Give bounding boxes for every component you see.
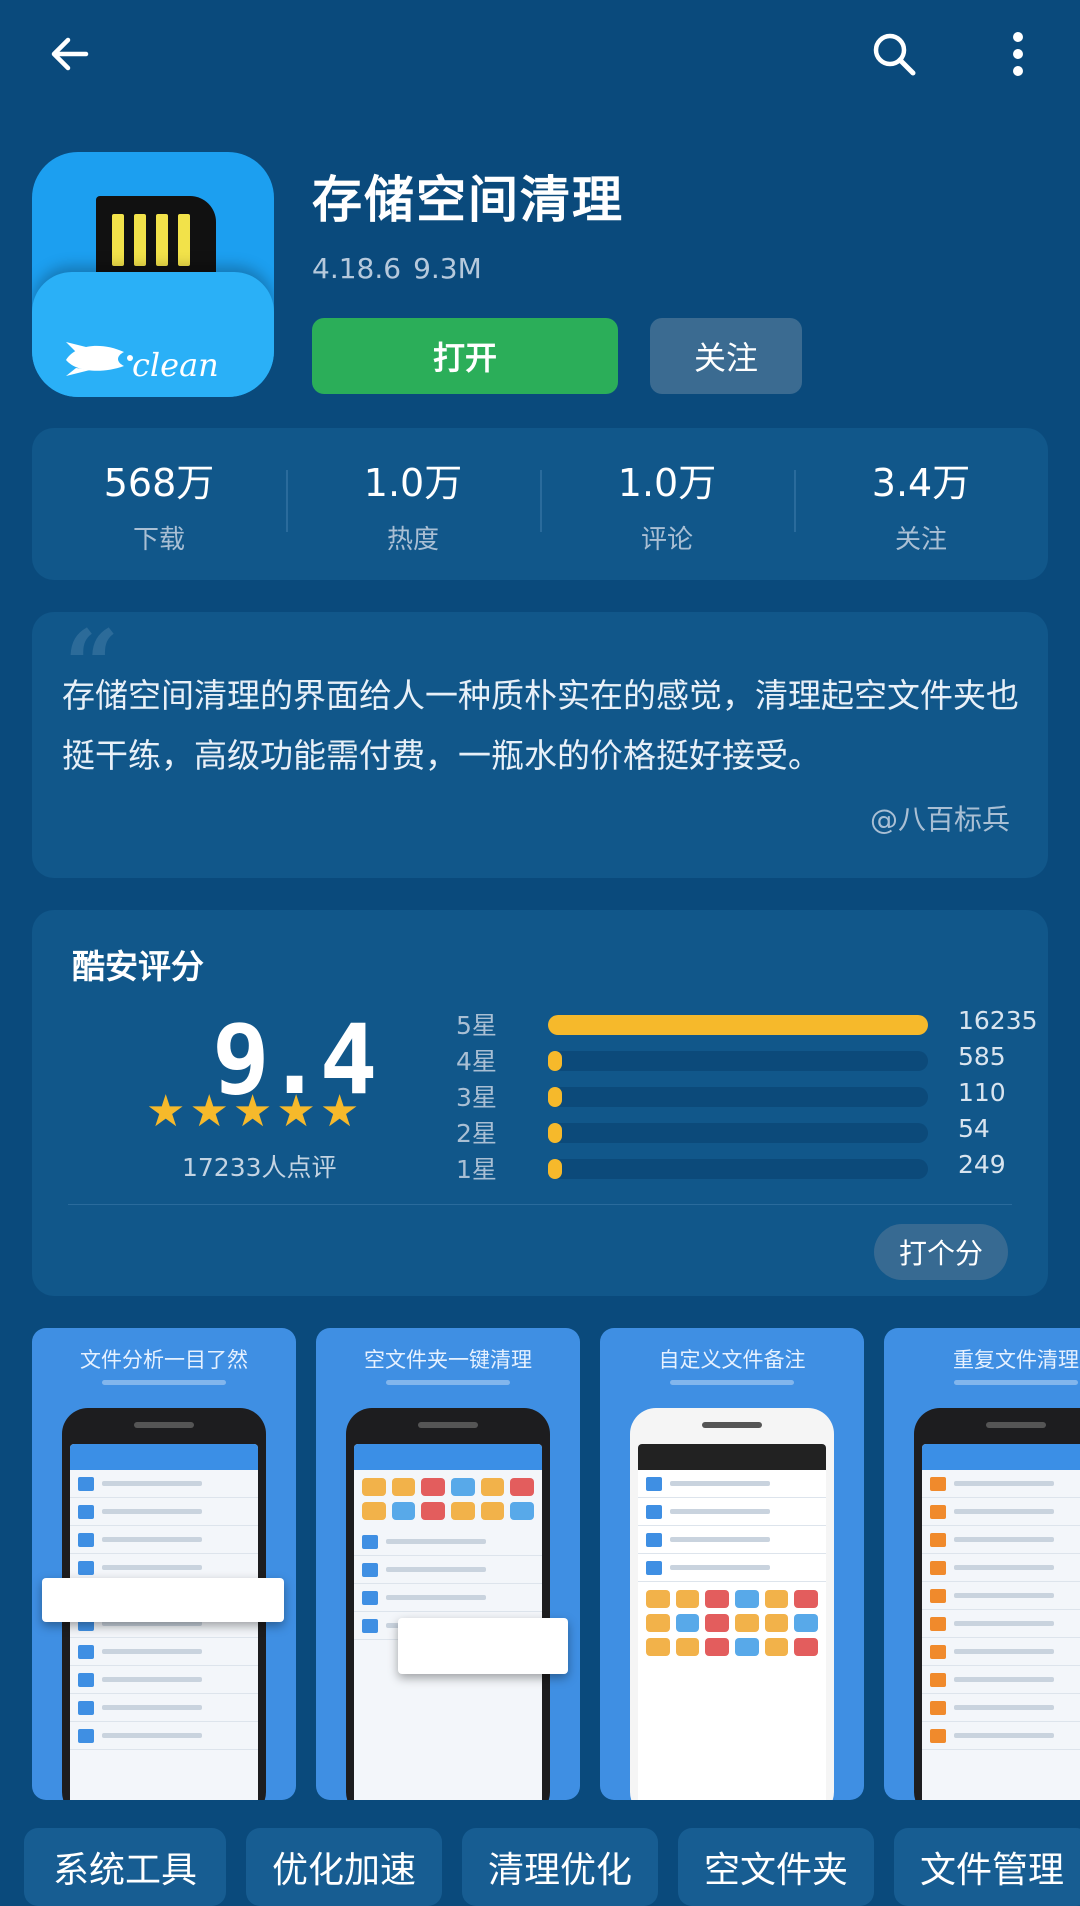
stat-comments[interactable]: 1.0万 评论 [540, 452, 794, 556]
screenshot-caption: 文件分析一目了然 [80, 1348, 248, 1372]
rating-bar-fill [548, 1123, 562, 1143]
rating-row-label: 5星 [456, 1011, 497, 1040]
rating-bar-fill [548, 1015, 928, 1035]
stat-value: 3.4万 [871, 461, 971, 505]
review-author[interactable]: @八百标兵 [870, 798, 1010, 838]
app-title: 存储空间清理 [312, 171, 624, 229]
divider [68, 1204, 1012, 1205]
rating-row: 4星 585 [456, 1042, 1016, 1078]
rating-bar-fill [548, 1051, 562, 1071]
app-icon-brand: clean [132, 346, 219, 384]
stat-label: 热度 [386, 525, 439, 555]
phone-mockup [346, 1408, 550, 1800]
stat-value: 1.0万 [363, 461, 463, 505]
rating-row: 3星 110 [456, 1078, 1016, 1114]
more-button[interactable] [986, 22, 1050, 86]
rate-button[interactable]: 打个分 [874, 1224, 1008, 1280]
rating-card: 酷安评分 9.4 ★ ★ ★ ★ ★ 17233人点评 5星 16235 4星 585 3星 11… [32, 910, 1048, 1296]
screenshot-card[interactable]: 文件分析一目了然 [32, 1328, 296, 1800]
rating-bar-track [548, 1159, 928, 1179]
rating-bar-track [548, 1015, 928, 1035]
editor-review-card[interactable]: “ 存储空间清理的界面给人一种质朴实在的感觉，清理起空文件夹也挺干练，高级功能需… [32, 612, 1048, 878]
search-button[interactable] [862, 22, 926, 86]
star-icon: ★ [232, 1086, 273, 1137]
review-text: 存储空间清理的界面给人一种质朴实在的感觉，清理起空文件夹也挺干练，高级功能需付费… [62, 676, 1019, 775]
star-icon: ★ [189, 1086, 229, 1137]
app-version: 4.18.6 [312, 252, 402, 285]
rating-row-count: 585 [958, 1042, 1006, 1071]
rating-row-label: 2星 [456, 1119, 497, 1148]
rating-bar-track [548, 1123, 928, 1143]
more-vertical-icon [1013, 32, 1023, 76]
stat-value: 568万 [103, 461, 215, 505]
back-button[interactable] [38, 22, 102, 86]
tag-list: 系统工具 优化加速 清理优化 空文件夹 文件管理 [0, 1828, 1080, 1906]
stat-label: 评论 [640, 525, 693, 555]
rating-stars: ★ ★ ★ ★ ★ [146, 1090, 359, 1134]
rating-bar-track [548, 1087, 928, 1107]
rating-bar-track [548, 1051, 928, 1071]
app-meta: 4.18.6 9.3M [312, 252, 482, 285]
rating-row-label: 4星 [456, 1047, 497, 1076]
screenshot-caption: 空文件夹一键清理 [364, 1348, 532, 1372]
rating-row-count: 16235 [958, 1006, 1038, 1035]
rating-row-count: 54 [958, 1114, 990, 1143]
tag-chip[interactable]: 空文件夹 [678, 1828, 874, 1906]
open-button[interactable]: 打开 [312, 318, 618, 394]
rating-row-count: 110 [958, 1078, 1006, 1107]
screenshot-card[interactable]: 空文件夹一键清理 [316, 1328, 580, 1800]
rating-row-label: 3星 [456, 1083, 497, 1112]
phone-mockup [914, 1408, 1080, 1800]
rating-row: 1星 249 [456, 1150, 1016, 1186]
tag-chip[interactable]: 优化加速 [246, 1828, 442, 1906]
screenshot-card[interactable]: 重复文件清理 [884, 1328, 1080, 1800]
rating-bar-fill [548, 1087, 562, 1107]
star-icon: ★ [276, 1086, 316, 1137]
follow-button[interactable]: 关注 [650, 318, 802, 394]
search-icon [873, 33, 916, 76]
rating-row-label: 1星 [456, 1155, 497, 1184]
phone-mockup [630, 1408, 834, 1800]
stat-followers: 3.4万 关注 [794, 452, 1048, 556]
stat-value: 1.0万 [617, 461, 717, 505]
rating-bar-fill [548, 1159, 562, 1179]
stat-downloads: 568万 下载 [32, 452, 286, 556]
star-icon: ★ [319, 1086, 360, 1137]
tag-chip[interactable]: 系统工具 [24, 1828, 226, 1906]
tag-chip[interactable]: 清理优化 [462, 1828, 658, 1906]
app-icon: clean [32, 152, 274, 397]
rating-row: 2星 54 [456, 1114, 1016, 1150]
screenshot-card[interactable]: 自定义文件备注 [600, 1328, 864, 1800]
rating-title: 酷安评分 [72, 947, 204, 986]
rocket-icon [66, 342, 133, 376]
screenshot-caption: 自定义文件备注 [658, 1348, 806, 1372]
app-size: 9.3M [413, 252, 482, 285]
star-icon: ★ [146, 1086, 186, 1137]
arrow-left-icon [51, 37, 89, 71]
screenshot-caption: 重复文件清理 [953, 1348, 1079, 1372]
stat-label: 关注 [894, 525, 947, 555]
stats-card: 568万 下载 1.0万 热度 1.0万 评论 3.4万 关注 [32, 428, 1048, 580]
rating-distribution: 5星 16235 4星 585 3星 110 2星 54 1星 249 [456, 1006, 1038, 1186]
screenshot-carousel[interactable]: 文件分析一目了然 空文件夹一键清理 自定义文件备注 重复文件清理 [0, 1328, 1080, 1800]
stat-popularity: 1.0万 热度 [286, 452, 540, 556]
tag-chip[interactable]: 文件管理 [894, 1828, 1080, 1906]
top-bar [0, 0, 1080, 120]
stat-label: 下载 [132, 525, 185, 555]
rating-count: 17233人点评 [182, 1153, 337, 1182]
rating-row-count: 249 [958, 1150, 1006, 1179]
rating-row: 5星 16235 [456, 1006, 1038, 1042]
